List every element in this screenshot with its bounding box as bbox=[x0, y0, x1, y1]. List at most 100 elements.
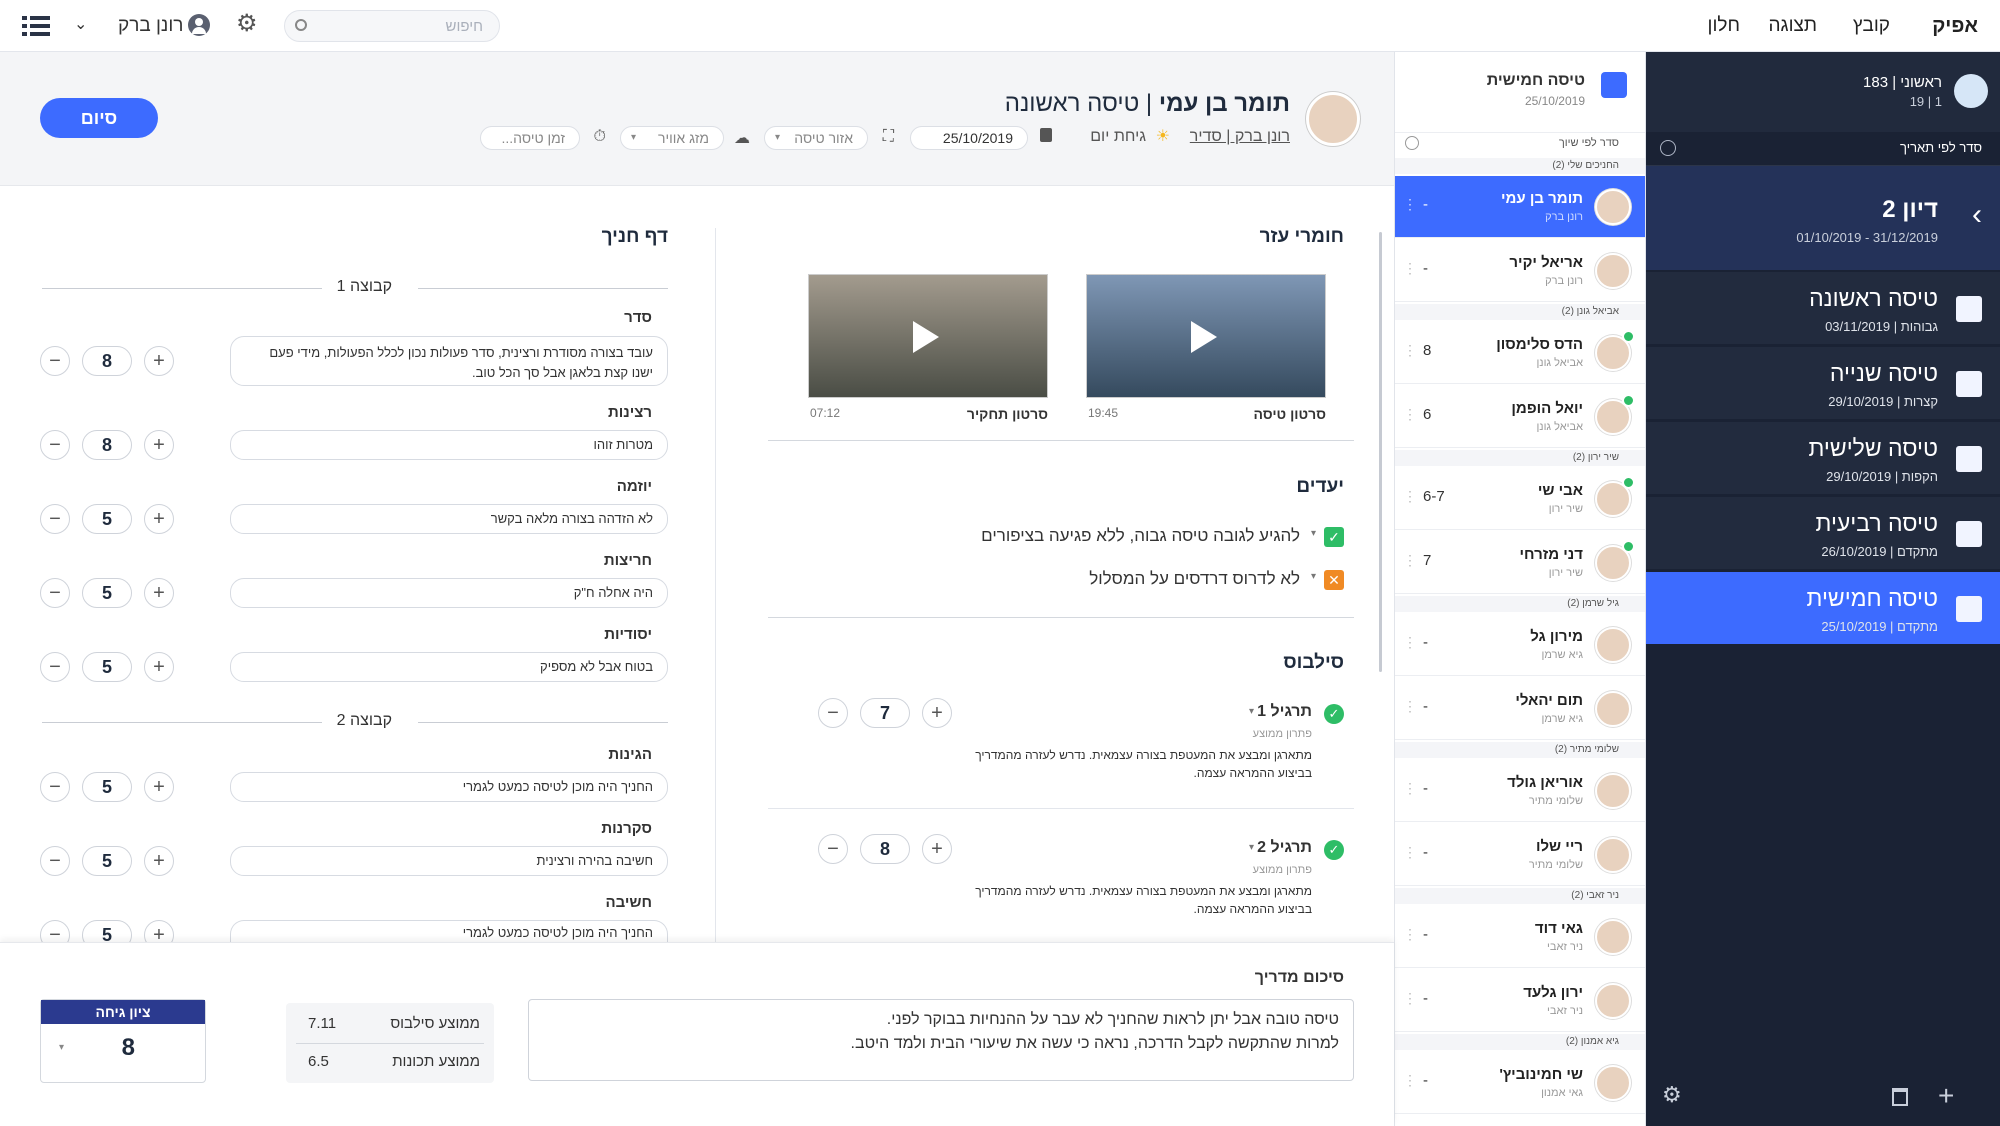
nav-sort-label[interactable]: סדר לפי תאריך bbox=[1900, 140, 1982, 155]
trait-score[interactable]: 8 bbox=[82, 430, 132, 460]
minus-button[interactable]: − bbox=[40, 578, 70, 608]
exercise-stepper[interactable]: −7 + bbox=[818, 698, 952, 728]
filter-icon[interactable] bbox=[1405, 136, 1419, 150]
scrollbar[interactable] bbox=[1379, 232, 1382, 672]
more-icon[interactable]: ⋮ bbox=[1403, 552, 1417, 569]
more-icon[interactable]: ⋮ bbox=[1403, 698, 1417, 715]
trait-score[interactable]: 5 bbox=[82, 920, 132, 942]
trait-comment[interactable]: היה אחלה ח"ק bbox=[230, 578, 668, 608]
hamburger-icon[interactable] bbox=[22, 16, 50, 36]
more-icon[interactable]: ⋮ bbox=[1403, 406, 1417, 423]
time-input[interactable]: זמן טיסה... bbox=[480, 126, 580, 150]
menu-file[interactable]: קובץ bbox=[1853, 0, 1890, 52]
list-sort[interactable]: סדר לפי שיוך bbox=[1395, 132, 1645, 154]
x-checkbox-icon[interactable]: ✕ bbox=[1324, 570, 1344, 590]
trait-comment[interactable]: חשיבה בהירה ורצינית bbox=[230, 846, 668, 876]
plus-button[interactable]: + bbox=[144, 504, 174, 534]
student-item[interactable]: דני מזרחי שיר ירון 7 ⋮ bbox=[1395, 532, 1645, 594]
student-item[interactable]: יואל הופמן אביאל גונן 6 ⋮ bbox=[1395, 386, 1645, 448]
more-icon[interactable]: ⋮ bbox=[1403, 780, 1417, 797]
dropdown-icon[interactable]: ▾ bbox=[1311, 528, 1316, 539]
grade-box[interactable]: ציון גיחה 8 ▾ bbox=[40, 999, 206, 1083]
nav-flight-3[interactable]: טיסה שלישית הקפות | 29/10/2019 bbox=[1646, 422, 2000, 496]
chevron-down-icon[interactable]: ⌄ bbox=[74, 14, 87, 34]
trait-stepper[interactable]: −5 + bbox=[40, 846, 174, 876]
filter-icon[interactable] bbox=[1660, 140, 1676, 156]
dropdown-icon[interactable]: ▾ bbox=[1311, 571, 1316, 582]
exercise-score[interactable]: 7 bbox=[860, 698, 910, 728]
instructor-link[interactable]: רונן ברק | סדיר bbox=[1190, 128, 1290, 146]
search-input[interactable]: חיפוש bbox=[284, 10, 500, 42]
trait-comment[interactable]: מטרות זוהו bbox=[230, 430, 668, 460]
plus-button[interactable]: + bbox=[922, 698, 952, 728]
add-icon[interactable]: + bbox=[1938, 1082, 1954, 1110]
plus-button[interactable]: + bbox=[144, 652, 174, 682]
more-icon[interactable]: ⋮ bbox=[1403, 634, 1417, 651]
summary-textarea[interactable]: טיסה טובה אבל יתן לראות שהחניך לא עבר על… bbox=[528, 999, 1354, 1081]
trait-comment[interactable]: עובד בצורה מסודרת ורצינית, סדר פעולות נכ… bbox=[230, 336, 668, 386]
trait-stepper[interactable]: −8 + bbox=[40, 430, 174, 460]
exercise-name[interactable]: תרגיל 2 bbox=[1257, 839, 1312, 857]
weather-select[interactable]: מזג אוויר ▾ bbox=[620, 126, 724, 150]
checkbox-icon[interactable]: ✓ bbox=[1324, 527, 1344, 547]
list-sort-label[interactable]: סדר לפי שיוך bbox=[1559, 137, 1619, 149]
trait-score[interactable]: 5 bbox=[82, 578, 132, 608]
trait-score[interactable]: 5 bbox=[82, 652, 132, 682]
dropdown-icon[interactable]: ▾ bbox=[1249, 842, 1254, 853]
trait-stepper[interactable]: −5 + bbox=[40, 920, 174, 942]
plus-button[interactable]: + bbox=[144, 346, 174, 376]
user-avatar-icon[interactable] bbox=[188, 14, 210, 36]
plus-button[interactable]: + bbox=[144, 772, 174, 802]
nav-flight-2[interactable]: טיסה שנייה קצרות | 29/10/2019 bbox=[1646, 347, 2000, 421]
more-icon[interactable]: ⋮ bbox=[1403, 1072, 1417, 1089]
minus-button[interactable]: − bbox=[818, 698, 848, 728]
date-field[interactable]: 25/10/2019 bbox=[910, 126, 1028, 150]
student-item[interactable]: אריאל יקיר רונן ברק - ⋮ bbox=[1395, 240, 1645, 302]
plus-button[interactable]: + bbox=[144, 430, 174, 460]
menu-view[interactable]: תצוגה bbox=[1769, 0, 1818, 52]
more-icon[interactable]: ⋮ bbox=[1403, 844, 1417, 861]
minus-button[interactable]: − bbox=[40, 920, 70, 942]
trait-score[interactable]: 8 bbox=[82, 346, 132, 376]
chevron-right-icon[interactable]: › bbox=[1972, 198, 1982, 232]
minus-button[interactable]: − bbox=[40, 504, 70, 534]
student-item[interactable]: הדס סלימסון אביאל גונן 8 ⋮ bbox=[1395, 322, 1645, 384]
nav-sort[interactable]: סדר לפי תאריך bbox=[1646, 132, 2000, 166]
menu-window[interactable]: חלון bbox=[1708, 0, 1740, 52]
dropdown-icon[interactable]: ▾ bbox=[1249, 706, 1254, 717]
student-item[interactable]: שי חמינוביץ' גאי אמנון - ⋮ bbox=[1395, 1052, 1645, 1114]
nav-flight-5[interactable]: טיסה חמישית מתקדם | 25/10/2019 bbox=[1646, 572, 2000, 646]
more-icon[interactable]: ⋮ bbox=[1403, 342, 1417, 359]
trait-stepper[interactable]: −5 + bbox=[40, 652, 174, 682]
more-icon[interactable]: ⋮ bbox=[1403, 196, 1417, 213]
more-icon[interactable]: ⋮ bbox=[1403, 926, 1417, 943]
trait-stepper[interactable]: −5 + bbox=[40, 578, 174, 608]
trait-comment[interactable]: בטוח אבל לא מספיק bbox=[230, 652, 668, 682]
exercise-stepper[interactable]: −8 + bbox=[818, 834, 952, 864]
trait-comment[interactable]: החניך היה מוכן לטיסה כמעט לגמרי bbox=[230, 772, 668, 802]
nav-flight-1[interactable]: טיסה ראשונה גבוהות | 03/11/2019 bbox=[1646, 272, 2000, 346]
trait-stepper[interactable]: −8 + bbox=[40, 346, 174, 376]
student-item[interactable]: גאי דוד ניר זאבי - ⋮ bbox=[1395, 906, 1645, 968]
minus-button[interactable]: − bbox=[40, 846, 70, 876]
course-item[interactable]: דיון 2 01/10/2019 - 31/12/2019 › bbox=[1646, 166, 2000, 270]
area-select[interactable]: אזור טיסה ▾ bbox=[764, 126, 868, 150]
trait-score[interactable]: 5 bbox=[82, 504, 132, 534]
student-item[interactable]: מירון גל גיא שרמן - ⋮ bbox=[1395, 614, 1645, 676]
minus-button[interactable]: − bbox=[40, 652, 70, 682]
trait-stepper[interactable]: −5 + bbox=[40, 504, 174, 534]
student-item[interactable]: ריי שלו שלומי מתיר - ⋮ bbox=[1395, 824, 1645, 886]
student-item[interactable]: אוריאן גולד שלומי מתיר - ⋮ bbox=[1395, 760, 1645, 822]
plus-button[interactable]: + bbox=[922, 834, 952, 864]
video-thumb-flight[interactable] bbox=[1086, 274, 1326, 398]
exercise-name[interactable]: תרגיל 1 bbox=[1257, 703, 1312, 721]
minus-button[interactable]: − bbox=[40, 346, 70, 376]
more-icon[interactable]: ⋮ bbox=[1403, 260, 1417, 277]
trait-comment[interactable]: החניך היה מוכן לטיסה כמעט לגמרי bbox=[230, 920, 668, 942]
trait-stepper[interactable]: −5 + bbox=[40, 772, 174, 802]
plus-button[interactable]: + bbox=[144, 578, 174, 608]
trait-score[interactable]: 5 bbox=[82, 772, 132, 802]
minus-button[interactable]: − bbox=[40, 430, 70, 460]
minus-button[interactable]: − bbox=[818, 834, 848, 864]
more-icon[interactable]: ⋮ bbox=[1403, 488, 1417, 505]
